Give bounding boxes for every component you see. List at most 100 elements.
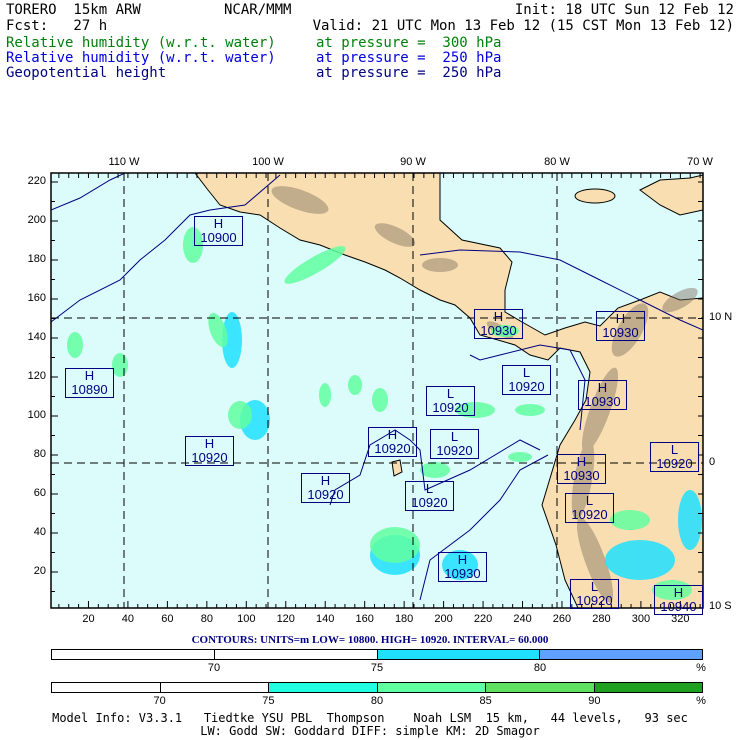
scale-swatch: [377, 650, 541, 659]
high-pressure-label: H 10930: [578, 380, 627, 410]
label-value: 10920: [656, 456, 693, 471]
scale-swatch: [160, 683, 269, 692]
x-tick-label: 280: [592, 613, 611, 625]
scale-tick-label: 80: [370, 695, 384, 707]
scale-unit: %: [696, 695, 706, 707]
y-tick-label: 120: [27, 370, 46, 382]
x-tick-label: 140: [316, 613, 335, 625]
label-type: H: [204, 436, 215, 451]
scale-swatch: [52, 683, 161, 692]
x-tick-label: 20: [82, 613, 95, 625]
label-type: H: [493, 309, 504, 324]
y-tick-label: 60: [33, 487, 46, 499]
x-tick-label: 260: [552, 613, 572, 625]
x-tick-label: 220: [473, 613, 493, 625]
land-jamaica: [574, 188, 616, 204]
x-tick-label: 120: [276, 613, 295, 625]
label-type: L: [450, 429, 459, 444]
label-value: 10920: [411, 495, 448, 510]
label-type: H: [576, 454, 587, 469]
label-type: L: [585, 493, 594, 508]
label-value: 10930: [480, 323, 517, 338]
low-pressure-label: L 10920: [426, 386, 475, 416]
high-pressure-label: H 10920: [185, 436, 234, 466]
high-pressure-label: H 10920: [301, 473, 350, 503]
rh-300-color-scale: [51, 682, 703, 693]
rh-250-color-scale: [51, 649, 703, 660]
contour-info: CONTOURS: UNITS=m LOW= 10800. HIGH= 1092…: [191, 634, 549, 646]
label-value: 10940: [660, 599, 697, 614]
label-type: H: [615, 311, 626, 326]
high-pressure-label: H 10900: [194, 216, 243, 246]
latitude-label: 10 N: [709, 311, 733, 323]
label-value: 10920: [307, 487, 344, 502]
label-type: L: [670, 442, 679, 457]
x-tick-label: 100: [237, 613, 256, 625]
y-tick-label: 140: [27, 331, 46, 343]
latitude-label: 0: [709, 456, 716, 468]
y-tick-label: 200: [27, 214, 46, 226]
x-tick-label: 200: [434, 613, 453, 625]
longitude-label: 90 W: [400, 156, 426, 168]
longitude-label: 80 W: [544, 156, 570, 168]
y-tick-label: 180: [27, 253, 46, 265]
x-tick-label: 80: [200, 613, 213, 625]
label-type: L: [446, 386, 455, 401]
scale-tick-label: 80: [533, 662, 547, 674]
low-pressure-label: L 10920: [502, 365, 551, 395]
label-value: 10920: [191, 450, 228, 465]
label-value: 10920: [374, 441, 411, 456]
label-type: H: [84, 368, 95, 383]
scale-swatch: [594, 683, 702, 692]
label-value: 10890: [71, 382, 108, 397]
label-type: H: [597, 380, 608, 395]
scale-swatch: [377, 683, 486, 692]
y-tick-label: 100: [27, 409, 46, 421]
scale-tick-label: 85: [479, 695, 492, 707]
x-tick-label: 40: [121, 613, 135, 625]
longitude-label: 100 W: [252, 156, 284, 168]
low-pressure-label: L 10920: [570, 579, 619, 609]
high-pressure-label: H 10890: [65, 368, 114, 398]
x-tick-label: 240: [513, 613, 532, 625]
label-value: 10930: [602, 325, 639, 340]
x-tick-label: 60: [161, 613, 174, 625]
label-type: L: [425, 481, 434, 496]
low-pressure-label: L 10920: [650, 442, 699, 472]
high-pressure-label: H 10930: [596, 311, 645, 341]
high-pressure-label: H 10930: [438, 552, 487, 582]
label-type: H: [320, 473, 331, 488]
label-value: 10930: [563, 468, 600, 483]
high-pressure-label: H 10940: [654, 585, 703, 615]
label-value: 10900: [200, 230, 237, 245]
scale-unit: %: [696, 662, 706, 674]
scale-swatch: [214, 650, 378, 659]
scale-tick-label: 70: [207, 662, 221, 674]
scale-tick-label: 70: [153, 695, 166, 707]
label-value: 10920: [436, 443, 473, 458]
high-pressure-label: H 10920: [368, 427, 417, 457]
label-type: L: [590, 579, 599, 594]
scale-swatch: [486, 683, 595, 692]
label-value: 10920: [432, 400, 469, 415]
label-value: 10930: [444, 566, 481, 581]
scale-swatch: [52, 650, 215, 659]
label-value: 10920: [508, 379, 545, 394]
label-value: 10930: [584, 394, 621, 409]
label-type: L: [522, 365, 531, 380]
label-type: H: [387, 427, 398, 442]
y-tick-label: 220: [27, 175, 46, 187]
scale-swatch: [540, 650, 702, 659]
scale-tick-label: 90: [588, 695, 601, 707]
low-pressure-label: L 10920: [565, 493, 614, 523]
label-value: 10920: [571, 507, 608, 522]
latitude-label: 10 S: [709, 600, 732, 612]
low-pressure-label: L 10920: [405, 481, 454, 511]
longitude-label: 70 W: [687, 156, 713, 168]
y-tick-label: 40: [33, 526, 46, 538]
x-tick-label: 160: [355, 613, 374, 625]
x-tick-label: 180: [394, 613, 414, 625]
low-pressure-label: L 10920: [430, 429, 479, 459]
y-tick-label: 80: [33, 448, 46, 460]
label-value: 10920: [576, 593, 613, 608]
